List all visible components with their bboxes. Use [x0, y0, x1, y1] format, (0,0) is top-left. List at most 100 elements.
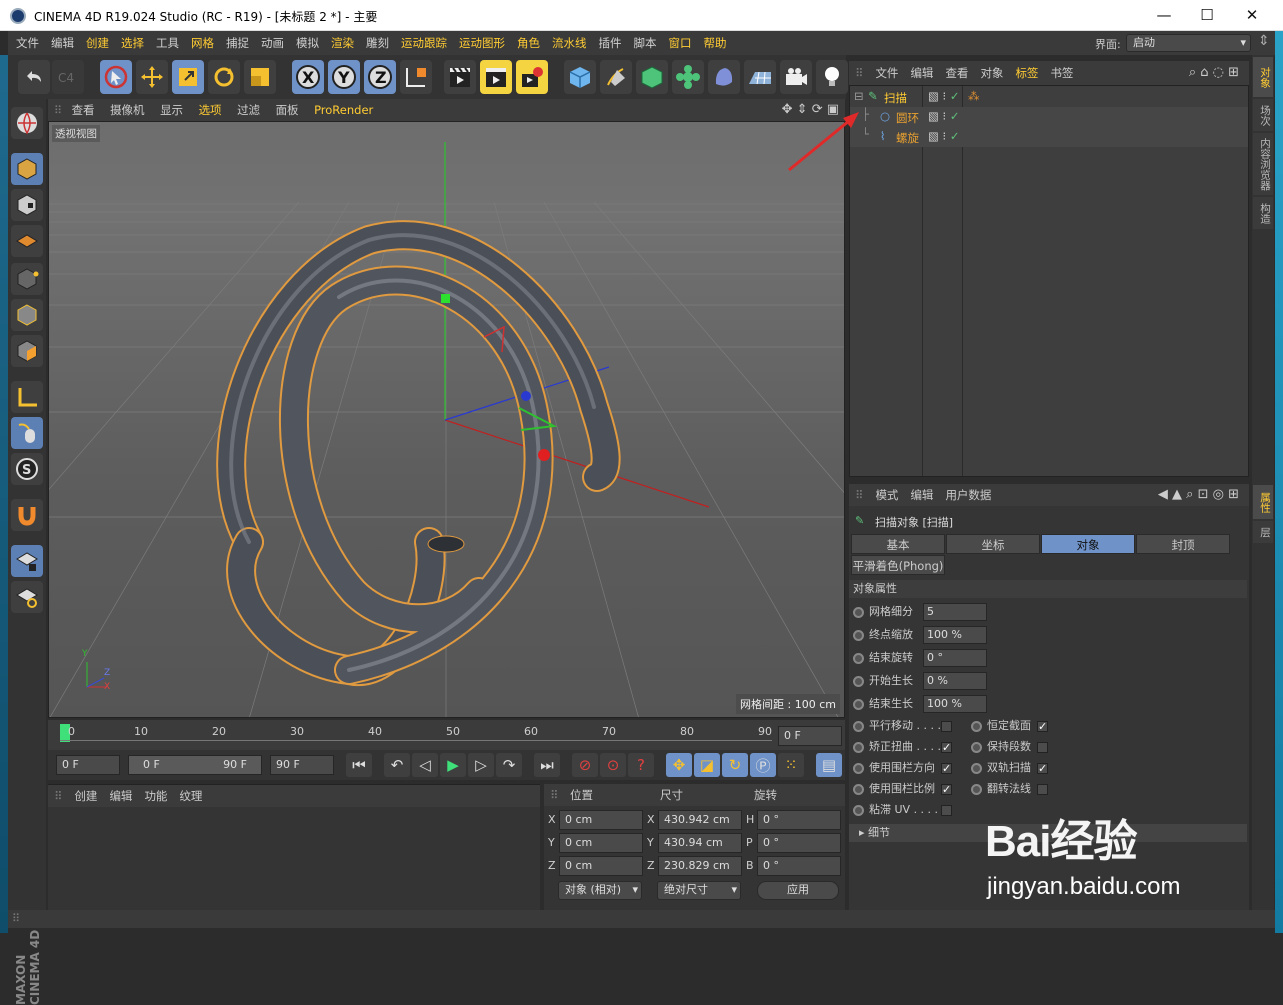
- x-axis-handle[interactable]: [538, 449, 550, 461]
- field-input[interactable]: 0 %: [923, 672, 987, 690]
- autokey-button[interactable]: ⊙: [600, 753, 626, 777]
- mat-menu-create[interactable]: 创建: [68, 785, 103, 807]
- vp-menu-panel[interactable]: 面板: [270, 99, 305, 121]
- redo-button[interactable]: C4: [52, 60, 84, 94]
- checkbox-rail-direction[interactable]: ✓: [941, 763, 952, 774]
- cube-button[interactable]: [564, 60, 596, 94]
- menu-script[interactable]: 脚本: [628, 31, 663, 55]
- vp-menu-prorender[interactable]: ProRender: [308, 99, 379, 121]
- om-menu-edit[interactable]: 编辑: [904, 61, 939, 85]
- object-row-sweep[interactable]: ⊟ ✎ 扫描 ▧ ⁝ ✓ ⁂: [850, 87, 1248, 107]
- start-frame-field[interactable]: 0 F: [56, 755, 120, 775]
- menu-select[interactable]: 选择: [115, 31, 150, 55]
- menu-sculpt[interactable]: 雕刻: [360, 31, 395, 55]
- menu-simulate[interactable]: 模拟: [290, 31, 325, 55]
- tab-coords[interactable]: 坐标: [946, 534, 1040, 554]
- mat-menu-edit[interactable]: 编辑: [103, 785, 138, 807]
- animate-radio[interactable]: [853, 675, 864, 687]
- cloner-button[interactable]: [672, 60, 704, 94]
- animate-radio[interactable]: [971, 741, 982, 753]
- animate-radio[interactable]: [971, 762, 982, 774]
- menu-mesh[interactable]: 网格: [185, 31, 220, 55]
- live-selection-button[interactable]: [100, 60, 132, 94]
- render-to-picture-viewer-button[interactable]: [480, 60, 512, 94]
- menu-window[interactable]: 窗口: [663, 31, 698, 55]
- keyframe-selection-button[interactable]: ?: [628, 753, 654, 777]
- tweak-mode-button[interactable]: [11, 417, 43, 449]
- checkbox-banking[interactable]: ✓: [941, 742, 952, 753]
- go-to-start-button[interactable]: ⏮: [346, 753, 372, 777]
- layout-dropdown[interactable]: 启动 ▾: [1126, 34, 1251, 52]
- animate-radio[interactable]: [853, 652, 864, 664]
- checkbox-flip-normals[interactable]: [1037, 784, 1048, 795]
- om-menu-bookmarks[interactable]: 书签: [1044, 61, 1079, 85]
- om-menu-view[interactable]: 查看: [939, 61, 974, 85]
- subdivision-surface-button[interactable]: [636, 60, 668, 94]
- key-position-button[interactable]: ✥: [666, 753, 692, 777]
- menu-character[interactable]: 角色: [511, 31, 546, 55]
- render-view-button[interactable]: [444, 60, 476, 94]
- checkbox-parallel[interactable]: [941, 721, 952, 732]
- y-axis-button[interactable]: Y: [328, 60, 360, 94]
- polygons-mode-button[interactable]: [11, 335, 43, 367]
- vp-menu-camera[interactable]: 摄像机: [104, 99, 151, 121]
- light-button[interactable]: [816, 60, 848, 94]
- pen-button[interactable]: [600, 60, 632, 94]
- x-axis-button[interactable]: X: [292, 60, 324, 94]
- tree-toggle-icon[interactable]: ⊟: [854, 89, 864, 103]
- tab-basic[interactable]: 基本: [851, 534, 945, 554]
- current-frame-field[interactable]: 0 F: [778, 726, 842, 746]
- animate-radio[interactable]: [853, 741, 864, 753]
- menu-animate[interactable]: 动画: [255, 31, 290, 55]
- animate-radio[interactable]: [853, 804, 864, 816]
- field-input[interactable]: 100 %: [923, 695, 987, 713]
- animate-radio[interactable]: [853, 720, 864, 732]
- checkbox-rail-scale[interactable]: ✓: [941, 784, 952, 795]
- model-mode-button[interactable]: [11, 153, 43, 185]
- minimize-button[interactable]: —: [1141, 0, 1187, 31]
- rot-h-field[interactable]: 0 °: [757, 810, 841, 830]
- vp-menu-view[interactable]: 查看: [66, 99, 101, 121]
- object-row-circle[interactable]: ├ ○ 圆环 ▧ ⁝ ✓: [850, 107, 1248, 127]
- recent-tool-button[interactable]: [244, 60, 276, 94]
- y-axis-handle[interactable]: [441, 294, 450, 303]
- maximize-button[interactable]: ☐: [1184, 0, 1230, 31]
- tab-caps[interactable]: 封顶: [1136, 534, 1230, 554]
- workplane-lock-button[interactable]: [11, 545, 43, 577]
- checkbox-constant-cross-section[interactable]: ✓: [1037, 721, 1048, 732]
- tab-object[interactable]: 对象: [1041, 534, 1135, 554]
- animate-radio[interactable]: [853, 783, 864, 795]
- layer-icon[interactable]: ▧ ⁝ ✓: [928, 129, 959, 143]
- am-menu-mode[interactable]: 模式: [869, 484, 904, 506]
- previous-frame-button[interactable]: ◁: [412, 753, 438, 777]
- pos-y-field[interactable]: 0 cm: [559, 833, 643, 853]
- mat-menu-texture[interactable]: 纹理: [173, 785, 208, 807]
- vtab-content-browser[interactable]: 内容浏览器: [1253, 133, 1273, 195]
- perspective-viewport[interactable]: 透视视图 Y Z X 网格间距 : 100 cm: [48, 121, 845, 718]
- preview-range-slider[interactable]: 0 F 90 F: [128, 755, 262, 775]
- animate-radio[interactable]: [853, 629, 864, 641]
- z-axis-button[interactable]: Z: [364, 60, 396, 94]
- move-button[interactable]: [136, 60, 168, 94]
- rotate-button[interactable]: [208, 60, 240, 94]
- object-name[interactable]: 圆环: [896, 110, 919, 126]
- go-to-end-button[interactable]: ⏭: [534, 753, 560, 777]
- vtab-objects[interactable]: 对象: [1253, 57, 1273, 97]
- axis-mode-button[interactable]: [11, 381, 43, 413]
- rot-p-field[interactable]: 0 °: [757, 833, 841, 853]
- workplane-rotate-button[interactable]: [11, 581, 43, 613]
- size-x-field[interactable]: 430.942 cm: [658, 810, 742, 830]
- expand-icon[interactable]: ⇕: [1258, 33, 1270, 49]
- animate-radio[interactable]: [971, 783, 982, 795]
- tab-phong[interactable]: 平滑着色(Phong): [851, 555, 945, 575]
- menu-tools[interactable]: 工具: [150, 31, 185, 55]
- coord-mode-dropdown[interactable]: 对象 (相对) ▾: [558, 881, 642, 900]
- tag-icon[interactable]: ⁂: [968, 89, 980, 103]
- workplane-mode-button[interactable]: [11, 225, 43, 257]
- menu-snap[interactable]: 捕捉: [220, 31, 255, 55]
- play-button[interactable]: ▶: [440, 753, 466, 777]
- mat-menu-function[interactable]: 功能: [138, 785, 173, 807]
- camera-button[interactable]: [780, 60, 812, 94]
- menu-mograph[interactable]: 运动图形: [453, 31, 511, 55]
- vtab-attributes[interactable]: 属性: [1253, 485, 1273, 519]
